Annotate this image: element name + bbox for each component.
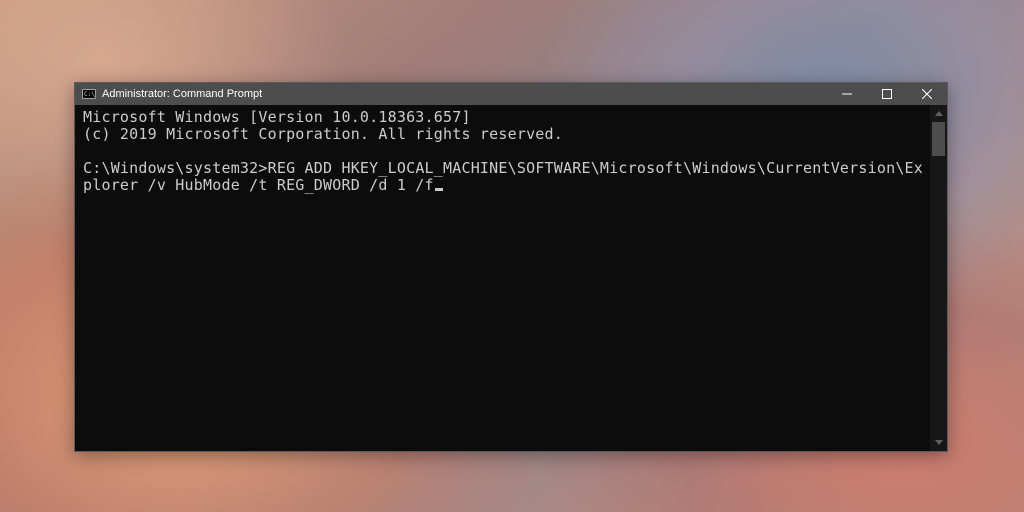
command-prompt-window: C:\ Administrator: Command Prompt Micros…: [74, 82, 948, 452]
copyright-line: (c) 2019 Microsoft Corporation. All righ…: [83, 125, 563, 143]
titlebar[interactable]: C:\ Administrator: Command Prompt: [75, 83, 947, 105]
cmd-icon: C:\: [82, 88, 96, 100]
maximize-button[interactable]: [867, 83, 907, 105]
scroll-up-button[interactable]: [930, 105, 947, 122]
svg-text:C:\: C:\: [84, 91, 95, 98]
client-area: Microsoft Windows [Version 10.0.18363.65…: [75, 105, 947, 451]
scroll-thumb[interactable]: [932, 122, 945, 156]
version-line: Microsoft Windows [Version 10.0.18363.65…: [83, 108, 471, 126]
cursor: [435, 188, 443, 191]
scroll-down-button[interactable]: [930, 434, 947, 451]
terminal-output[interactable]: Microsoft Windows [Version 10.0.18363.65…: [83, 109, 929, 447]
window-title: Administrator: Command Prompt: [102, 83, 262, 105]
vertical-scrollbar[interactable]: [930, 105, 947, 451]
prompt: C:\Windows\system32>: [83, 159, 268, 177]
minimize-button[interactable]: [827, 83, 867, 105]
close-button[interactable]: [907, 83, 947, 105]
